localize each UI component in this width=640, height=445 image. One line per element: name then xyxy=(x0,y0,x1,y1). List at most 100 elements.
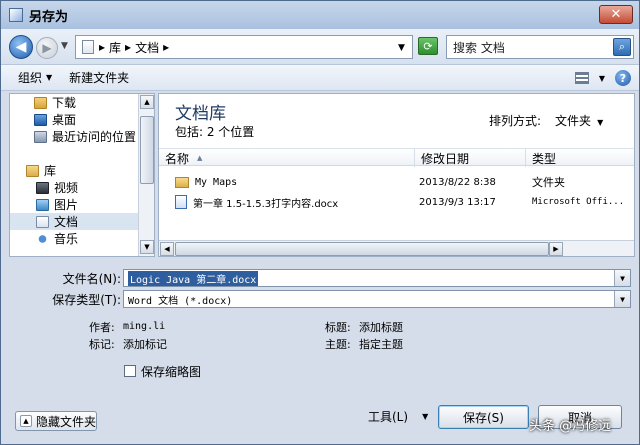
sidebar-item-downloads[interactable]: 下载 xyxy=(10,94,138,111)
column-header-name[interactable]: 名称 ▲ xyxy=(159,149,415,167)
file-name: 第一章 1.5-1.5.3打字内容.docx xyxy=(193,198,339,210)
library-subtitle[interactable]: 包括: 2 个位置 xyxy=(175,123,254,140)
back-arrow-icon: ◀ xyxy=(15,39,27,55)
sidebar-item-music[interactable]: 音乐 xyxy=(10,230,138,247)
breadcrumb-documents[interactable]: 文档 xyxy=(135,39,159,56)
column-header-date[interactable]: 修改日期 xyxy=(415,149,526,167)
search-button[interactable]: ⌕ xyxy=(613,38,631,56)
sidebar-item-label: 最近访问的位置 xyxy=(52,130,137,144)
app-icon xyxy=(9,8,23,22)
view-options-icon[interactable] xyxy=(574,72,589,84)
navigation-bar: ◀ ▶ ▼ ▸ 库 ▸ 文档 ▸ ▼ ⟳ 搜索 文档 ⌕ xyxy=(1,29,639,65)
title-label: 标题: xyxy=(325,321,351,334)
arrange-value: 文件夹 xyxy=(555,114,592,128)
sidebar-item-videos[interactable]: 视频 xyxy=(10,179,138,196)
navigation-tree: 下载 桌面 最近访问的位置 库 视频 图片 文档 音乐 xyxy=(10,94,138,256)
file-name-cell: My Maps xyxy=(175,173,415,191)
search-placeholder: 搜索 文档 xyxy=(453,40,505,55)
author-value[interactable]: ming.li xyxy=(123,319,165,332)
window-title: 另存为 xyxy=(29,9,69,25)
scroll-right-button[interactable]: ▶ xyxy=(549,242,563,256)
tags-field[interactable]: 添加标记 xyxy=(123,336,167,352)
address-bar[interactable]: ▸ 库 ▸ 文档 ▸ xyxy=(75,35,413,59)
recent-pages-dropdown[interactable]: ▼ xyxy=(61,41,68,51)
scroll-up-button[interactable]: ▲ xyxy=(140,95,154,109)
file-type: 文件夹 xyxy=(532,176,565,189)
chevron-down-icon: ▼ xyxy=(597,118,604,127)
scroll-thumb[interactable] xyxy=(175,242,549,256)
file-row[interactable]: 第一章 1.5-1.5.3打字内容.docx 2013/9/3 13:17 Mi… xyxy=(159,193,634,211)
organize-label: 组织 xyxy=(18,71,43,85)
address-separator-icon[interactable]: ▸ xyxy=(163,40,169,54)
scroll-down-button[interactable]: ▼ xyxy=(140,240,154,254)
scroll-left-button[interactable]: ◀ xyxy=(160,242,174,256)
organize-menu[interactable]: 组织 ▼ xyxy=(18,69,52,86)
file-list-scrollbar[interactable]: ◀ ▶ xyxy=(159,240,634,256)
address-dropdown-icon[interactable]: ▼ xyxy=(398,43,405,53)
folder-icon xyxy=(175,176,189,188)
arrange-by: 排列方式: 文件夹 ▼ xyxy=(489,112,603,129)
arrange-dropdown[interactable]: 文件夹 ▼ xyxy=(555,112,603,129)
download-folder-icon xyxy=(34,96,47,109)
subject-field[interactable]: 指定主题 xyxy=(359,336,403,352)
title-field[interactable]: 添加标题 xyxy=(359,319,403,335)
save-label: 保存(S) xyxy=(463,410,504,425)
filename-input[interactable]: Logic Java 第二章.docx ▼ xyxy=(123,269,631,287)
watermark-text: 头条 @冯修远 xyxy=(529,419,612,434)
chevron-down-icon: ▼ xyxy=(46,73,53,82)
breadcrumb-library[interactable]: 库 xyxy=(109,39,121,56)
sidebar-item-documents[interactable]: 文档 xyxy=(10,213,138,230)
view-dropdown-icon[interactable]: ▼ xyxy=(599,74,605,83)
filename-value: Logic Java 第二章.docx xyxy=(128,270,259,286)
file-row[interactable]: My Maps 2013/8/22 8:38 文件夹 xyxy=(159,173,634,191)
arrange-label: 排列方式: xyxy=(489,114,542,128)
file-date: 2013/9/3 13:17 xyxy=(419,196,496,208)
search-input[interactable]: 搜索 文档 ⌕ xyxy=(446,35,634,59)
forward-button[interactable]: ▶ xyxy=(36,37,58,59)
video-icon xyxy=(36,181,49,194)
sidebar-item-label: 库 xyxy=(44,164,57,178)
desktop-icon xyxy=(34,113,47,126)
filetype-value: Word 文档 (*.docx) xyxy=(128,295,233,307)
save-thumbnail-checkbox[interactable] xyxy=(124,365,136,377)
tools-menu[interactable]: 工具(L) ▼ xyxy=(368,408,428,425)
sidebar-item-library[interactable]: 库 xyxy=(10,162,138,179)
sidebar-item-recent[interactable]: 最近访问的位置 xyxy=(10,128,138,145)
subject-label: 主题: xyxy=(325,338,351,351)
column-header-type[interactable]: 类型 xyxy=(526,149,634,167)
refresh-button[interactable]: ⟳ xyxy=(418,37,438,55)
new-folder-button[interactable]: 新建文件夹 xyxy=(69,69,129,86)
sidebar-item-pictures[interactable]: 图片 xyxy=(10,196,138,213)
save-button[interactable]: 保存(S) xyxy=(438,405,529,429)
word-doc-icon xyxy=(175,195,187,209)
filetype-select[interactable]: Word 文档 (*.docx) ▼ xyxy=(123,290,631,308)
sidebar-item-desktop[interactable]: 桌面 xyxy=(10,111,138,128)
hide-folders-label: 隐藏文件夹 xyxy=(36,414,97,429)
sidebar-item-label: 下载 xyxy=(52,96,77,110)
sidebar-item-label: 桌面 xyxy=(52,113,77,127)
back-button[interactable]: ◀ xyxy=(9,35,33,59)
column-headers: 名称 ▲ 修改日期 类型 xyxy=(159,148,634,167)
chevron-down-icon: ▼ xyxy=(620,273,625,283)
hide-folders-button[interactable]: ▲ 隐藏文件夹 xyxy=(15,411,97,431)
address-separator-icon[interactable]: ▸ xyxy=(125,40,131,54)
tags-label: 标记: xyxy=(89,338,115,351)
scroll-thumb[interactable] xyxy=(140,116,154,184)
close-button[interactable]: ✕ xyxy=(599,5,633,24)
sidebar-item-label: 文档 xyxy=(54,215,79,229)
navigation-scrollbar[interactable]: ▲ ▼ xyxy=(138,94,154,256)
library-title: 文档库 xyxy=(175,104,226,124)
author-text: ming.li xyxy=(123,321,166,332)
save-thumbnail-label[interactable]: 保存缩略图 xyxy=(141,363,201,380)
sort-ascending-icon: ▲ xyxy=(197,154,203,162)
filetype-dropdown[interactable]: ▼ xyxy=(614,291,630,307)
filename-dropdown[interactable]: ▼ xyxy=(614,270,630,286)
help-icon[interactable]: ? xyxy=(615,70,631,86)
address-separator-icon[interactable]: ▸ xyxy=(99,40,105,54)
save-as-dialog: 另存为 ✕ ◀ ▶ ▼ ▸ 库 ▸ 文档 ▸ ▼ ⟳ 搜索 文档 ⌕ 组织 ▼ … xyxy=(0,0,640,445)
sidebar-item-label: 视频 xyxy=(54,181,79,195)
navigation-pane: 下载 桌面 最近访问的位置 库 视频 图片 文档 音乐 ▲ ▼ xyxy=(9,93,155,257)
filename-label: 文件名(N): xyxy=(62,272,121,286)
library-icon xyxy=(26,164,39,177)
column-header-label: 类型 xyxy=(532,151,557,166)
